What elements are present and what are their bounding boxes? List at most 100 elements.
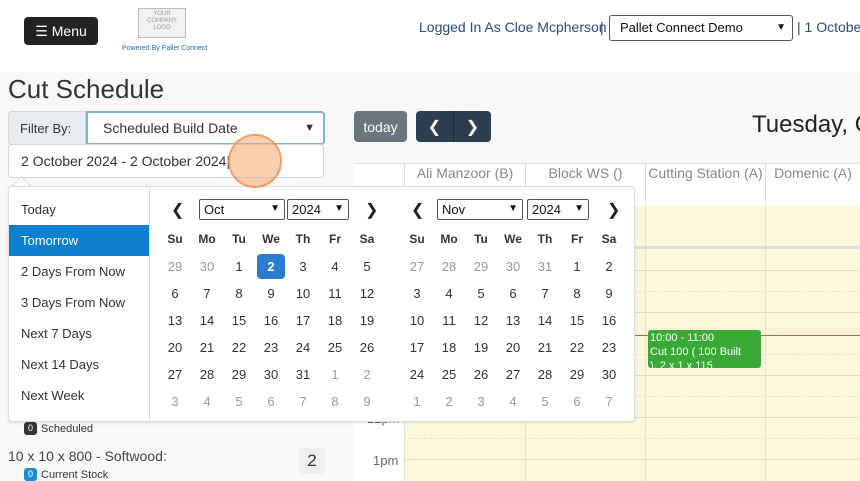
day-cell[interactable]: 6 — [561, 388, 593, 415]
date-link[interactable]: | 1 Octobe — [797, 19, 860, 35]
menu-button[interactable]: ☰ Menu — [24, 17, 98, 45]
day-cell[interactable]: 24 — [401, 361, 433, 388]
company-select[interactable]: Pallet Connect Demo ▼ — [609, 15, 793, 41]
day-cell[interactable]: 12 — [351, 280, 383, 307]
day-cell[interactable]: 1 — [223, 253, 255, 280]
day-cell[interactable]: 30 — [497, 253, 529, 280]
day-cell[interactable]: 8 — [319, 388, 351, 415]
day-cell[interactable]: 21 — [529, 334, 561, 361]
day-cell[interactable]: 5 — [351, 253, 383, 280]
day-cell[interactable]: 23 — [255, 334, 287, 361]
day-cell[interactable]: 13 — [497, 307, 529, 334]
chevron-right-icon[interactable]: ❯ — [607, 200, 620, 220]
day-cell[interactable]: 1 — [319, 361, 351, 388]
day-cell[interactable]: 31 — [529, 253, 561, 280]
day-cell[interactable]: 20 — [497, 334, 529, 361]
month-select[interactable]: Oct ▼ — [199, 199, 285, 220]
day-cell[interactable]: 2 — [433, 388, 465, 415]
day-cell[interactable]: 5 — [465, 280, 497, 307]
year-select[interactable]: 2024 ▼ — [287, 199, 349, 220]
range-item[interactable]: Today — [9, 194, 149, 225]
day-cell[interactable]: 6 — [159, 280, 191, 307]
day-cell[interactable]: 17 — [287, 307, 319, 334]
day-cell[interactable]: 7 — [529, 280, 561, 307]
today-button[interactable]: today — [354, 111, 407, 142]
year-select[interactable]: 2024 ▼ — [527, 199, 589, 220]
day-cell[interactable]: 10 — [287, 280, 319, 307]
day-cell[interactable]: 29 — [223, 361, 255, 388]
day-cell[interactable]: 29 — [159, 253, 191, 280]
day-cell[interactable]: 9 — [593, 280, 625, 307]
day-cell[interactable]: 7 — [593, 388, 625, 415]
day-cell[interactable]: 27 — [159, 361, 191, 388]
day-cell[interactable]: 27 — [497, 361, 529, 388]
day-cell[interactable]: 29 — [561, 361, 593, 388]
day-cell[interactable]: 23 — [593, 334, 625, 361]
day-cell[interactable]: 3 — [159, 388, 191, 415]
day-cell[interactable]: 9 — [351, 388, 383, 415]
day-cell[interactable]: 7 — [287, 388, 319, 415]
day-cell[interactable]: 13 — [159, 307, 191, 334]
day-cell[interactable]: 28 — [529, 361, 561, 388]
day-cell[interactable]: 11 — [319, 280, 351, 307]
filter-by-select[interactable]: Scheduled Build Date ▼ — [86, 111, 325, 145]
day-cell[interactable]: 30 — [191, 253, 223, 280]
range-item[interactable]: Tomorrow — [9, 225, 149, 256]
day-cell[interactable]: 6 — [497, 280, 529, 307]
day-cell[interactable]: 2 — [351, 361, 383, 388]
day-cell[interactable]: 22 — [223, 334, 255, 361]
day-cell[interactable]: 5 — [529, 388, 561, 415]
day-cell[interactable]: 8 — [561, 280, 593, 307]
day-cell[interactable]: 22 — [561, 334, 593, 361]
day-cell[interactable]: 2 — [593, 253, 625, 280]
prev-button[interactable]: ❮ — [416, 111, 453, 142]
day-cell[interactable]: 31 — [287, 361, 319, 388]
day-cell[interactable]: 10 — [401, 307, 433, 334]
range-item[interactable]: Next 14 Days — [9, 349, 149, 380]
day-cell[interactable]: 18 — [319, 307, 351, 334]
chevron-left-icon[interactable]: ❮ — [411, 200, 424, 220]
day-cell[interactable]: 30 — [255, 361, 287, 388]
day-cell[interactable]: 4 — [319, 253, 351, 280]
day-cell[interactable]: 1 — [561, 253, 593, 280]
day-cell[interactable]: 28 — [191, 361, 223, 388]
range-item[interactable]: 3 Days From Now — [9, 287, 149, 318]
range-item[interactable]: Next 7 Days — [9, 318, 149, 349]
range-item[interactable]: Next Week — [9, 380, 149, 411]
day-cell[interactable]: 1 — [401, 388, 433, 415]
day-cell[interactable]: 4 — [497, 388, 529, 415]
next-button[interactable]: ❯ — [453, 111, 491, 142]
schedule-event[interactable]: 10:00 - 11:00 Cut 100 ( 100 Built ), 2 x… — [648, 330, 761, 368]
day-cell[interactable]: 19 — [465, 334, 497, 361]
range-item[interactable]: 2 Days From Now — [9, 256, 149, 287]
day-cell[interactable]: 18 — [433, 334, 465, 361]
day-cell[interactable]: 26 — [465, 361, 497, 388]
chevron-right-icon[interactable]: ❯ — [365, 200, 378, 220]
day-cell[interactable]: 7 — [191, 280, 223, 307]
day-cell[interactable]: 6 — [255, 388, 287, 415]
month-select[interactable]: Nov ▼ — [437, 199, 523, 220]
day-cell[interactable]: 28 — [433, 253, 465, 280]
day-cell[interactable]: 30 — [593, 361, 625, 388]
day-cell[interactable]: 14 — [529, 307, 561, 334]
day-cell[interactable]: 9 — [255, 280, 287, 307]
chevron-left-icon[interactable]: ❮ — [171, 200, 184, 220]
day-cell[interactable]: 19 — [351, 307, 383, 334]
day-cell[interactable]: 16 — [255, 307, 287, 334]
day-cell[interactable]: 20 — [159, 334, 191, 361]
day-cell[interactable]: 12 — [465, 307, 497, 334]
day-cell[interactable]: 26 — [351, 334, 383, 361]
day-cell[interactable]: 21 — [191, 334, 223, 361]
day-cell[interactable]: 24 — [287, 334, 319, 361]
day-cell[interactable]: 4 — [191, 388, 223, 415]
day-cell[interactable]: 27 — [401, 253, 433, 280]
day-cell[interactable]: 14 — [191, 307, 223, 334]
day-cell[interactable]: 8 — [223, 280, 255, 307]
day-cell[interactable]: 15 — [561, 307, 593, 334]
day-cell[interactable]: 3 — [401, 280, 433, 307]
day-cell[interactable]: 3 — [287, 253, 319, 280]
day-cell[interactable]: 25 — [433, 361, 465, 388]
day-cell[interactable]: 4 — [433, 280, 465, 307]
selected-day[interactable]: 2 — [257, 254, 285, 279]
day-cell[interactable]: 15 — [223, 307, 255, 334]
